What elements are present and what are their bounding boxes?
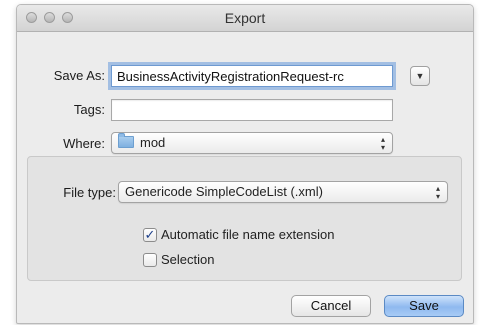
- up-down-arrows-icon: ▴ ▾: [380, 135, 385, 152]
- where-value: mod: [140, 135, 166, 150]
- expand-dialog-button[interactable]: ▼: [410, 66, 430, 86]
- file-type-value: Genericode SimpleCodeList (.xml): [125, 184, 323, 199]
- tags-label: Tags:: [73, 102, 105, 117]
- file-type-popup[interactable]: Genericode SimpleCodeList (.xml) ▴ ▾: [118, 181, 448, 203]
- automatic-extension-label: Automatic file name extension: [161, 227, 335, 242]
- up-down-arrows-icon: ▴ ▾: [435, 184, 440, 201]
- save-as-label: Save As:: [53, 68, 105, 83]
- window-title: Export: [224, 10, 266, 26]
- title-bar[interactable]: Export: [17, 5, 473, 32]
- save-button[interactable]: Save: [384, 295, 464, 317]
- where-label: Where:: [63, 136, 105, 151]
- tags-input[interactable]: [111, 99, 393, 121]
- format-options-group: File type: Genericode SimpleCodeList (.x…: [27, 156, 462, 281]
- folder-icon: [118, 133, 134, 148]
- triangle-down-icon: ▼: [415, 71, 425, 81]
- automatic-extension-option[interactable]: ✓ Automatic file name extension: [143, 227, 334, 242]
- selection-option[interactable]: Selection: [143, 252, 214, 267]
- selection-label: Selection: [161, 252, 215, 267]
- save-as-input[interactable]: BusinessActivityRegistrationRequest-rc: [111, 65, 393, 87]
- export-dialog: Export Save As: BusinessActivityRegistra…: [16, 4, 474, 324]
- where-popup[interactable]: mod ▴ ▾: [111, 132, 393, 154]
- cancel-button[interactable]: Cancel: [291, 295, 371, 317]
- automatic-extension-checkbox[interactable]: ✓: [143, 227, 157, 242]
- selection-checkbox[interactable]: [143, 252, 157, 267]
- file-type-label: File type:: [63, 185, 116, 200]
